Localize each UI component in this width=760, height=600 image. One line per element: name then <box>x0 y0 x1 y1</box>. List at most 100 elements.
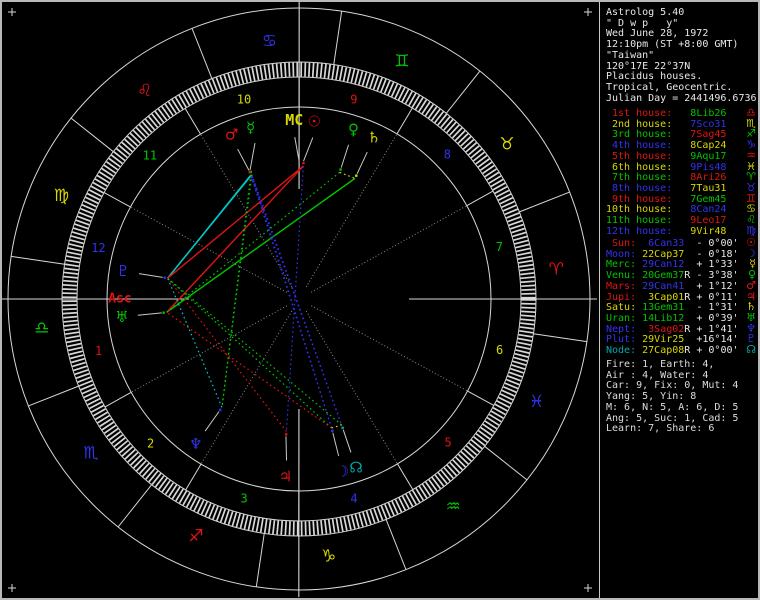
house-number-9: 9 <box>350 92 357 106</box>
planet-label: Moon: <box>606 248 637 260</box>
natal-chart-wheel: ♈♉♊♋♌♍♎♏♐♑♒♓123 456789101112☉☽☿ ♀♂♃♄♅♆♇☊MC… <box>2 2 599 598</box>
planet-row-satu: Satu: 13Gem31 - 1°31' ♄ <box>606 301 758 314</box>
planet-position-value: 22Cap37 <box>642 248 685 260</box>
house-number-4: 4 <box>350 492 357 506</box>
house-label: 10th house: <box>606 204 673 216</box>
house-cusp-value: 9Pis48 <box>684 161 727 173</box>
planet-row-mars: Mars: 29Can41 + 1°12' ♂ <box>606 280 758 292</box>
header-line-7: Placidus houses. <box>606 71 703 83</box>
house-number-8: 8 <box>444 148 451 162</box>
planet-position-value: 3Cap01 <box>642 291 685 303</box>
planet-label: Sun: <box>606 238 637 249</box>
pointer-jupi <box>285 436 288 461</box>
sign-glyph-capricorn: ♑ <box>321 546 336 566</box>
wheel-planet-glyph-plut: ♇ <box>116 262 129 280</box>
sign-glyph-taurus: ♉ <box>499 135 514 155</box>
house-cusp-value: 8Lib26 <box>684 108 727 119</box>
planet-velocity: + 0°11' <box>696 291 739 303</box>
stats-line-4: Yang: 5, Yin: 8 <box>606 391 697 403</box>
planet-position-value: 14Lib12 <box>642 313 685 325</box>
house-label: 4th house: <box>606 140 673 152</box>
sign-glyph-leo: ♌ <box>137 81 152 101</box>
house-label: 7th house: <box>606 172 673 184</box>
planet-position-value: 29Can41 <box>642 280 685 292</box>
planet-label: Satu: <box>606 302 637 314</box>
mc-label: MC <box>285 111 303 129</box>
position-dot-satu <box>355 174 358 177</box>
stats-line-7: Learn: 7, Share: 6 <box>606 423 715 435</box>
planet-velocity: + 1°12' <box>696 280 739 292</box>
wheel-planet-glyph-sun: ☉ <box>307 113 320 131</box>
header-line-2: " D w p y" <box>606 17 679 29</box>
planet-icon-node: ☊ <box>746 343 756 357</box>
planet-position-value: 29Can12 <box>642 259 685 271</box>
header-line-3: Wed June 28, 1972 <box>606 28 709 40</box>
position-dot-nept <box>219 408 222 412</box>
sign-glyph-cancer: ♋ <box>262 32 277 52</box>
zodiac-sign-icon: ♍ <box>746 223 756 237</box>
planet-velocity: + 0°39' <box>696 313 739 325</box>
sign-glyph-gemini: ♊ <box>394 51 409 71</box>
house-label: 9th house: <box>606 193 673 205</box>
position-dot-node <box>341 426 344 430</box>
planet-label: Jupi: <box>606 291 637 303</box>
house-cusp-value: 8Ari26 <box>684 172 727 184</box>
house-number-3: 3 <box>241 492 248 506</box>
planet-label: Node: <box>606 345 637 357</box>
sign-glyph-sagittarius: ♐ <box>188 527 203 547</box>
panel-separator <box>599 2 600 598</box>
header-line-5: "Taiwan" <box>606 49 655 61</box>
planet-position-value: 27Cap08 <box>642 345 685 357</box>
house-label: 3rd house: <box>606 129 673 141</box>
planet-row-plut: Plut: 29Vir25 +16°14' ♇ <box>606 333 758 346</box>
planet-velocity: +16°14' <box>696 334 739 346</box>
house-number-10: 10 <box>237 92 251 106</box>
house-cusp-value: 7Sco31 <box>684 118 727 130</box>
wheel-planet-glyph-mars: ♂ <box>225 125 238 143</box>
planet-label: Merc: <box>606 259 637 271</box>
planet-row-sun: Sun: 6Can33 - 0°00' ☉ <box>606 237 758 249</box>
stats-line-1: Fire: 1, Earth: 4, <box>606 359 715 370</box>
header-line-6: 120°17E 22°37N <box>606 60 691 72</box>
house-row-4: 4th house: 8Cap24 ♑ <box>606 139 758 152</box>
planet-position-value: 6Can33 <box>642 238 685 249</box>
sign-glyph-aries: ♈ <box>549 259 564 279</box>
planet-velocity: - 1°31' <box>696 302 739 314</box>
house-cusp-value: 8Cap24 <box>684 140 727 152</box>
house-label: 5th house: <box>606 150 673 162</box>
planet-position-value: 29Vir25 <box>642 334 685 346</box>
sign-glyph-libra: ♎ <box>34 319 49 339</box>
wheel-planet-glyph-moon: ☽ <box>336 463 349 481</box>
astrolog-window: ♈ ♉ ♊ ♋ ♌ ♍ ♎ ♏ ♐ ♑ ♒ ♓ 1 2 3 4 5 6 7 8 9 10 11 12 ☉ ☽ ☿ ♀ ♂ ♃ ♄ ♅ ♆ ♇ ☊ MC… <box>0 0 760 600</box>
house-cusp-value: 7Tau31 <box>684 183 727 195</box>
header-line-1: Astrolog 5.40 <box>606 7 685 18</box>
stats-line-3: Car: 9, Fix: 0, Mut: 4 <box>606 380 739 392</box>
house-number-12: 12 <box>91 241 105 255</box>
planet-row-venu: Venu: 20Gem37R - 3°38' ♀ <box>606 269 758 281</box>
house-row-10: 10th house: 8Can24 ♋ <box>606 203 758 216</box>
wheel-planet-glyph-merc: ☿ <box>246 119 255 137</box>
house-label: 8th house: <box>606 183 673 195</box>
planet-row-merc: Merc: 29Can12 + 1°33' ☿ <box>606 258 758 271</box>
house-cusp-value: 9Leo17 <box>684 215 727 227</box>
planet-label: Mars: <box>606 280 637 292</box>
wheel-planet-glyph-venu: ♀ <box>348 121 359 139</box>
position-dot-moon <box>331 429 334 433</box>
house-cusp-value: 9Vir48 <box>684 225 727 237</box>
house-label: 1st house: <box>606 108 673 119</box>
planet-velocity: - 0°18' <box>696 248 739 260</box>
header-line-9: Julian Day = 2441496.6736 <box>606 92 757 104</box>
house-number-7: 7 <box>496 240 503 254</box>
planet-velocity: - 0°00' <box>696 238 739 249</box>
sign-glyph-virgo: ♍ <box>54 186 69 206</box>
wheel-planet-glyph-jupi: ♃ <box>279 467 292 485</box>
planet-row-uran: Uran: 14Lib12 + 0°39' ♅ <box>606 312 758 325</box>
house-cusp-value: 7Gem45 <box>684 193 727 205</box>
house-number-11: 11 <box>143 148 157 162</box>
